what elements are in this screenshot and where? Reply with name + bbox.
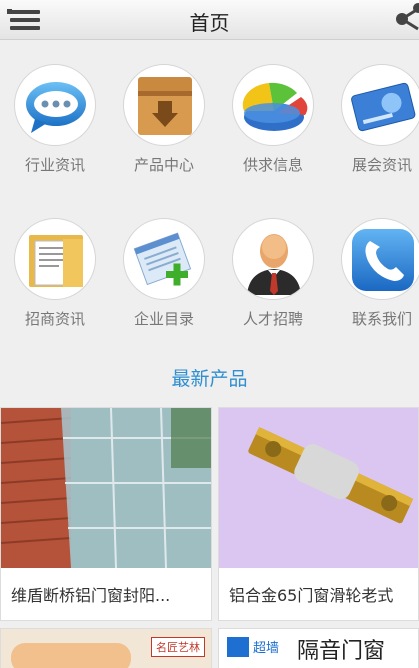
category-item-recruitment[interactable]: 人才招聘 xyxy=(218,218,328,329)
product-name: 维盾断桥铝门窗封阳... xyxy=(11,586,171,605)
category-label: 供求信息 xyxy=(242,156,303,174)
box-icon xyxy=(123,64,205,146)
product-image xyxy=(219,408,418,568)
product-heading: 隔音门窗 xyxy=(297,639,386,664)
category-label: 招商资讯 xyxy=(24,310,85,328)
category-item-supply-demand[interactable]: 供求信息 xyxy=(218,64,328,175)
category-item-investment[interactable]: 招商资讯 xyxy=(0,218,110,329)
notepad-add-icon xyxy=(123,218,205,300)
category-label: 人才招聘 xyxy=(242,310,303,328)
product-image: 名匠艺林 xyxy=(1,629,211,668)
category-item-exhibitions[interactable]: 展会资讯 xyxy=(327,64,419,175)
phone-icon xyxy=(341,218,419,300)
category-item-directory[interactable]: 企业目录 xyxy=(109,218,219,329)
product-card[interactable]: 超墙 隔音门窗 xyxy=(218,628,419,668)
person-icon xyxy=(232,218,314,300)
product-card[interactable]: 名匠艺林 xyxy=(0,628,212,668)
product-name: 铝合金65门窗滑轮老式 xyxy=(229,586,394,605)
category-item-contact[interactable]: 联系我们 xyxy=(327,218,419,329)
page-title: 首页 xyxy=(189,11,230,35)
product-badge: 名匠艺林 xyxy=(151,637,205,657)
card-icon xyxy=(341,64,419,146)
category-label: 联系我们 xyxy=(351,310,412,328)
share-icon[interactable] xyxy=(392,0,419,38)
logo-mark xyxy=(227,637,249,657)
product-badge: 超墙 xyxy=(253,641,280,656)
category-label: 展会资讯 xyxy=(351,156,412,174)
product-image: 超墙 隔音门窗 xyxy=(219,629,418,668)
chat-bubble-icon xyxy=(14,64,96,146)
folder-icon xyxy=(14,218,96,300)
pie-chart-icon xyxy=(232,64,314,146)
category-label: 行业资讯 xyxy=(24,156,85,174)
category-label: 产品中心 xyxy=(133,156,194,174)
top-bar: 首页 xyxy=(0,0,419,40)
category-item-products[interactable]: 产品中心 xyxy=(109,64,219,175)
category-label: 企业目录 xyxy=(133,310,194,328)
decor xyxy=(11,643,131,668)
product-image xyxy=(1,408,211,568)
section-title: 最新产品 xyxy=(171,368,248,390)
product-card[interactable]: 铝合金65门窗滑轮老式 xyxy=(218,407,419,621)
product-card[interactable]: 维盾断桥铝门窗封阳... xyxy=(0,407,212,621)
category-item-industry-news[interactable]: 行业资讯 xyxy=(0,64,110,175)
